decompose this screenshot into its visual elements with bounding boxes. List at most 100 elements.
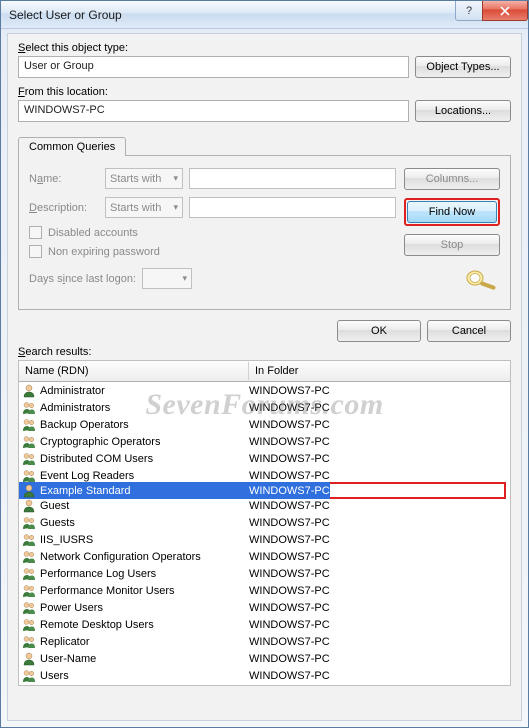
item-name: Distributed COM Users <box>40 453 249 465</box>
list-item[interactable]: UsersWINDOWS7-PC <box>19 667 510 684</box>
location-label: From this location: <box>18 86 511 98</box>
item-name: Backup Operators <box>40 419 249 431</box>
group-icon <box>21 468 37 484</box>
item-name: Guest <box>40 500 249 512</box>
list-item[interactable]: User-NameWINDOWS7-PC <box>19 650 510 667</box>
item-name: Performance Monitor Users <box>40 585 249 597</box>
item-folder: WINDOWS7-PC <box>249 636 510 648</box>
item-folder: WINDOWS7-PC <box>249 534 510 546</box>
item-folder: WINDOWS7-PC <box>249 419 510 431</box>
non-expiring-checkbox[interactable]: Non expiring password <box>29 245 396 258</box>
dialog-window: Select User or Group ? Select this objec… <box>0 0 529 728</box>
name-match-combo[interactable]: Starts with <box>105 168 183 189</box>
item-name: Remote Desktop Users <box>40 619 249 631</box>
ok-button[interactable]: OK <box>337 320 421 342</box>
cancel-button[interactable]: Cancel <box>427 320 511 342</box>
column-name[interactable]: Name (RDN) <box>19 362 249 380</box>
item-folder: WINDOWS7-PC <box>249 402 510 414</box>
find-now-button[interactable]: Find Now <box>407 201 497 223</box>
columns-button[interactable]: Columns... <box>404 168 500 190</box>
item-name: Cryptographic Operators <box>40 436 249 448</box>
list-item[interactable]: Performance Monitor UsersWINDOWS7-PC <box>19 582 510 599</box>
group-icon <box>21 532 37 548</box>
group-icon <box>21 515 37 531</box>
item-name: Replicator <box>40 636 249 648</box>
location-field[interactable]: WINDOWS7-PC <box>18 100 409 122</box>
find-now-highlight: Find Now <box>404 198 500 226</box>
search-icon <box>464 265 500 297</box>
group-icon <box>21 417 37 433</box>
item-name: Guests <box>40 517 249 529</box>
group-icon <box>21 434 37 450</box>
list-item[interactable]: AdministratorsWINDOWS7-PC <box>19 399 510 416</box>
list-item[interactable]: IIS_IUSRSWINDOWS7-PC <box>19 531 510 548</box>
user-icon <box>21 383 37 399</box>
titlebar[interactable]: Select User or Group ? <box>1 1 528 29</box>
results-list[interactable]: AdministratorWINDOWS7-PCAdministratorsWI… <box>18 382 511 686</box>
item-folder: WINDOWS7-PC <box>249 517 510 529</box>
group-icon <box>21 400 37 416</box>
item-folder: WINDOWS7-PC <box>249 453 510 465</box>
item-name: Users <box>40 670 249 682</box>
results-header[interactable]: Name (RDN) In Folder <box>18 360 511 382</box>
stop-button[interactable]: Stop <box>404 234 500 256</box>
user-icon <box>21 651 37 667</box>
group-icon <box>21 600 37 616</box>
group-icon <box>21 549 37 565</box>
query-tabs: Common Queries Name: Starts with Descrip… <box>18 136 511 310</box>
item-name: Administrator <box>40 385 249 397</box>
list-item[interactable]: Cryptographic OperatorsWINDOWS7-PC <box>19 433 510 450</box>
item-folder: WINDOWS7-PC <box>249 568 510 580</box>
name-input[interactable] <box>189 168 396 189</box>
item-name: Event Log Readers <box>40 470 249 482</box>
list-item[interactable]: ReplicatorWINDOWS7-PC <box>19 633 510 650</box>
item-folder: WINDOWS7-PC <box>249 385 510 397</box>
desc-input[interactable] <box>189 197 396 218</box>
list-item[interactable]: Example StandardWINDOWS7-PC <box>19 482 330 499</box>
object-type-label: Select this object type: <box>18 42 511 54</box>
list-item[interactable]: GuestsWINDOWS7-PC <box>19 514 510 531</box>
list-item[interactable]: AdministratorWINDOWS7-PC <box>19 382 510 399</box>
tab-common-queries[interactable]: Common Queries <box>18 137 126 156</box>
disabled-accounts-checkbox[interactable]: Disabled accounts <box>29 226 396 239</box>
checkbox-icon <box>29 245 42 258</box>
item-folder: WINDOWS7-PC <box>249 619 510 631</box>
item-folder: WINDOWS7-PC <box>249 436 510 448</box>
locations-button[interactable]: Locations... <box>415 100 511 122</box>
object-type-field[interactable]: User or Group <box>18 56 409 78</box>
window-title: Select User or Group <box>9 8 122 22</box>
item-folder: WINDOWS7-PC <box>249 485 330 497</box>
list-item[interactable]: Network Configuration OperatorsWINDOWS7-… <box>19 548 510 565</box>
column-folder[interactable]: In Folder <box>249 362 510 380</box>
item-folder: WINDOWS7-PC <box>249 470 510 482</box>
name-label: Name: <box>29 173 99 185</box>
list-item[interactable]: Remote Desktop UsersWINDOWS7-PC <box>19 616 510 633</box>
days-combo[interactable] <box>142 268 192 289</box>
item-name: Power Users <box>40 602 249 614</box>
group-icon <box>21 634 37 650</box>
help-button[interactable]: ? <box>455 1 483 21</box>
list-item[interactable]: GuestWINDOWS7-PC <box>19 497 510 514</box>
close-button[interactable] <box>482 1 528 21</box>
description-label: Description: <box>29 202 99 214</box>
list-item[interactable]: Performance Log UsersWINDOWS7-PC <box>19 565 510 582</box>
group-icon <box>21 566 37 582</box>
item-name: User-Name <box>40 653 249 665</box>
item-folder: WINDOWS7-PC <box>249 602 510 614</box>
item-name: Network Configuration Operators <box>40 551 249 563</box>
item-name: Administrators <box>40 402 249 414</box>
client-area: Select this object type: User or Group O… <box>7 33 522 721</box>
item-name: IIS_IUSRS <box>40 534 249 546</box>
item-folder: WINDOWS7-PC <box>249 670 510 682</box>
user-icon <box>21 483 37 499</box>
desc-match-combo[interactable]: Starts with <box>105 197 183 218</box>
list-item[interactable]: Backup OperatorsWINDOWS7-PC <box>19 416 510 433</box>
close-icon <box>500 6 510 16</box>
item-folder: WINDOWS7-PC <box>249 551 510 563</box>
list-item[interactable]: Distributed COM UsersWINDOWS7-PC <box>19 450 510 467</box>
object-types-button[interactable]: Object Types... <box>415 56 511 78</box>
item-folder: WINDOWS7-PC <box>249 500 510 512</box>
group-icon <box>21 617 37 633</box>
list-item[interactable]: Power UsersWINDOWS7-PC <box>19 599 510 616</box>
item-name: Example Standard <box>40 485 249 497</box>
